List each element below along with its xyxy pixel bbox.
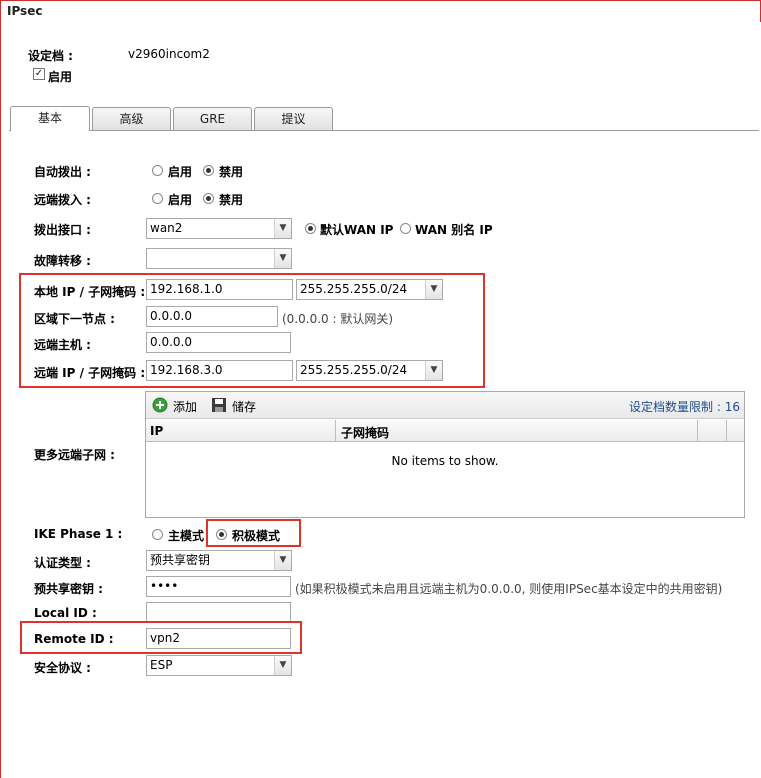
grid-toolbar: 添加 储存 设定档数量限制 : 16 — [146, 392, 744, 419]
remote-dialin-enable-radio[interactable] — [152, 193, 163, 204]
column-ip[interactable]: IP — [150, 424, 163, 438]
remote-id-input[interactable]: vpn2 — [146, 628, 291, 649]
chevron-down-icon[interactable]: ▼ — [274, 551, 291, 570]
auto-dialout-disable-label: 禁用 — [219, 165, 244, 179]
default-wan-ip-label: 默认WAN IP — [320, 223, 394, 237]
psk-input[interactable]: •••• — [146, 576, 291, 597]
auth-type-select[interactable]: 预共享密钥 ▼ — [146, 550, 292, 571]
enable-checkbox[interactable]: ✓ — [33, 68, 45, 80]
remote-host-label: 远端主机 : — [34, 338, 91, 352]
wan-alias-ip-label: WAN 别名 IP — [415, 223, 493, 237]
column-divider — [335, 420, 336, 442]
tab-proposal[interactable]: 提议 — [254, 107, 333, 130]
remote-ip-input[interactable]: 192.168.3.0 — [146, 360, 293, 381]
tab-advanced[interactable]: 高级 — [92, 107, 171, 130]
dialout-interface-label: 拨出接口 : — [34, 223, 91, 237]
dialout-interface-value: wan2 — [150, 221, 183, 235]
security-protocol-label: 安全协议 : — [34, 661, 91, 675]
dialout-interface-select[interactable]: wan2 ▼ — [146, 218, 292, 239]
ike-main-mode-radio[interactable] — [152, 529, 163, 540]
tab-basic[interactable]: 基本 — [10, 106, 90, 131]
psk-hint: (如果积极模式未启用且远端主机为0.0.0.0, 则使用IPSec基本设定中的共… — [295, 582, 723, 596]
local-id-input[interactable] — [146, 602, 291, 623]
next-hop-label: 区域下一节点 : — [34, 312, 115, 326]
ike-aggressive-mode-radio[interactable] — [216, 529, 227, 540]
tab-gre[interactable]: GRE — [173, 107, 252, 130]
more-subnets-grid: 添加 储存 设定档数量限制 : 16 IP 子网掩码 No items to s… — [145, 391, 745, 518]
chevron-down-icon[interactable]: ▼ — [425, 280, 442, 299]
chevron-down-icon[interactable]: ▼ — [274, 656, 291, 675]
local-id-label: Local ID : — [34, 606, 97, 620]
remote-dialin-label: 远端拨入 : — [34, 193, 91, 207]
column-subnet-mask[interactable]: 子网掩码 — [341, 424, 389, 441]
local-mask-select[interactable]: 255.255.255.0/24 ▼ — [296, 279, 443, 300]
profile-name: v2960incom2 — [128, 47, 210, 61]
profile-limit-text: 设定档数量限制 : 16 — [629, 400, 740, 414]
remote-dialin-disable-radio[interactable] — [203, 193, 214, 204]
auto-dialout-enable-label: 启用 — [168, 165, 193, 179]
tab-baseline — [9, 130, 759, 131]
ike-phase1-label: IKE Phase 1 : — [34, 527, 123, 541]
local-mask-value: 255.255.255.0/24 — [300, 282, 408, 296]
window-titlebar: IPsec — [0, 0, 761, 22]
security-protocol-select[interactable]: ESP ▼ — [146, 655, 292, 676]
ike-aggressive-mode-label: 积极模式 — [232, 529, 281, 543]
grid-header: IP 子网掩码 — [146, 420, 744, 442]
remote-ip-label: 远端 IP / 子网掩码 : — [34, 366, 146, 380]
local-ip-label: 本地 IP / 子网掩码 : — [34, 285, 146, 299]
save-label: 储存 — [232, 400, 257, 414]
enable-label: 启用 — [48, 70, 73, 84]
add-label: 添加 — [173, 400, 198, 414]
security-protocol-value: ESP — [150, 658, 173, 672]
chevron-down-icon[interactable]: ▼ — [274, 219, 291, 238]
column-divider — [726, 420, 727, 442]
remote-mask-value: 255.255.255.0/24 — [300, 363, 408, 377]
more-subnets-label: 更多远端子网 : — [34, 448, 115, 462]
auth-type-label: 认证类型 : — [34, 556, 91, 570]
failover-label: 故障转移 : — [34, 254, 91, 268]
add-icon — [152, 397, 168, 413]
psk-label: 预共享密钥 : — [34, 582, 103, 596]
next-hop-hint: (0.0.0.0 : 默认网关) — [282, 312, 394, 326]
chevron-down-icon[interactable]: ▼ — [274, 249, 291, 268]
remote-id-label: Remote ID : — [34, 632, 114, 646]
save-icon — [212, 398, 226, 412]
auth-type-value: 预共享密钥 — [150, 553, 211, 567]
column-divider — [697, 420, 698, 442]
wan-alias-ip-radio[interactable] — [400, 223, 411, 234]
chevron-down-icon[interactable]: ▼ — [425, 361, 442, 380]
failover-select[interactable]: ▼ — [146, 248, 292, 269]
remote-dialin-disable-label: 禁用 — [219, 193, 244, 207]
profile-label: 设定档 : — [28, 49, 73, 63]
default-wan-ip-radio[interactable] — [305, 223, 316, 234]
grid-empty-text: No items to show. — [391, 454, 499, 468]
local-ip-input[interactable]: 192.168.1.0 — [146, 279, 293, 300]
auto-dialout-label: 自动拨出 : — [34, 165, 91, 179]
ike-main-mode-label: 主模式 — [168, 529, 205, 543]
remote-host-input[interactable]: 0.0.0.0 — [146, 332, 291, 353]
next-hop-input[interactable]: 0.0.0.0 — [146, 306, 278, 327]
remote-dialin-enable-label: 启用 — [168, 193, 193, 207]
remote-mask-select[interactable]: 255.255.255.0/24 ▼ — [296, 360, 443, 381]
auto-dialout-disable-radio[interactable] — [203, 165, 214, 176]
window-title: IPsec — [7, 4, 43, 18]
save-button[interactable]: 储存 — [211, 396, 266, 414]
auto-dialout-enable-radio[interactable] — [152, 165, 163, 176]
